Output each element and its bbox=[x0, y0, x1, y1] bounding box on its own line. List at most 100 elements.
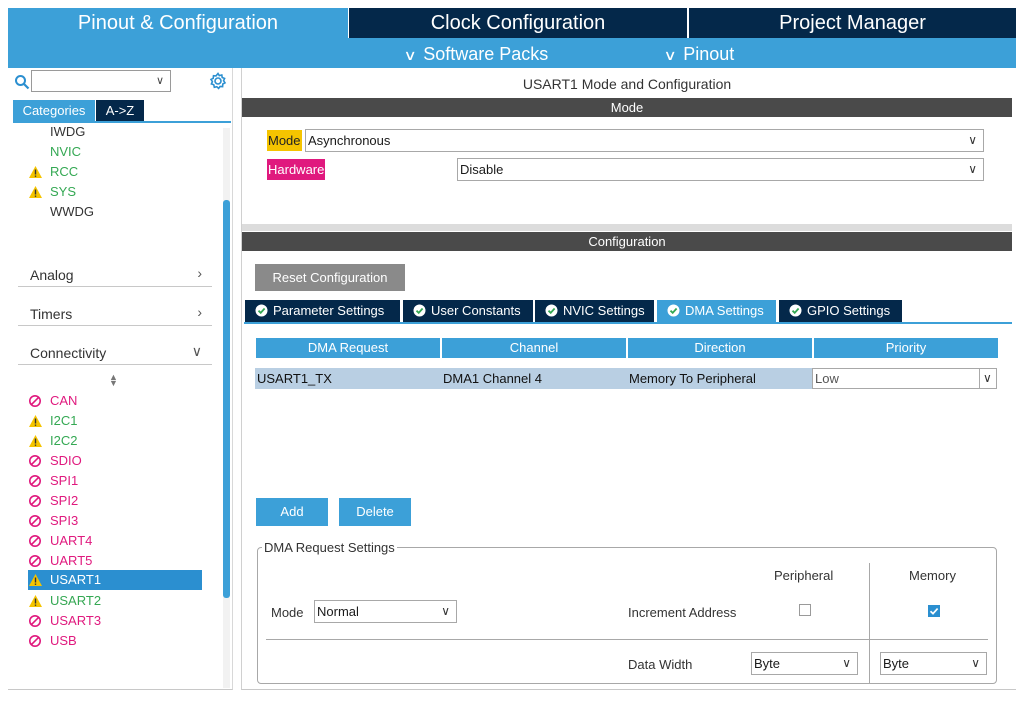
list-item-label: USB bbox=[50, 633, 77, 648]
tab-label: NVIC Settings bbox=[563, 303, 645, 318]
sort-icon[interactable]: ▲ ▼ bbox=[109, 373, 118, 388]
peripheral-header: Peripheral bbox=[774, 568, 834, 583]
memory-width-select[interactable]: Byte ∨ bbox=[880, 652, 987, 675]
divider bbox=[869, 563, 870, 683]
tab-parameter-settings[interactable]: Parameter Settings bbox=[245, 300, 400, 322]
list-item-label: UART5 bbox=[50, 553, 93, 568]
search-input[interactable]: ∨ bbox=[31, 70, 171, 92]
section-connectivity[interactable]: Connectivity ∨ bbox=[18, 339, 212, 365]
chevron-right-icon: › bbox=[197, 265, 202, 281]
delete-button[interactable]: Delete bbox=[339, 498, 411, 526]
disabled-icon bbox=[29, 495, 41, 507]
software-packs-label: Software Packs bbox=[423, 44, 549, 64]
tab-clock-configuration[interactable]: Clock Configuration bbox=[349, 8, 687, 38]
list-item-selected[interactable]: USART1 bbox=[28, 570, 202, 590]
section-label: Connectivity bbox=[30, 345, 107, 361]
column-header-priority[interactable]: Priority bbox=[814, 338, 998, 358]
hwflow-select-value: Disable bbox=[460, 162, 504, 177]
section-analog[interactable]: Analog › bbox=[18, 261, 212, 287]
chevron-down-icon: ∨ bbox=[971, 656, 980, 670]
software-packs-menu[interactable]: ∨ Software Packs bbox=[403, 38, 549, 68]
memory-increment-checkbox[interactable] bbox=[928, 605, 940, 617]
disabled-icon bbox=[29, 535, 41, 547]
warning-icon bbox=[29, 574, 42, 586]
reset-configuration-button[interactable]: Reset Configuration bbox=[255, 264, 405, 291]
chevron-down-icon: ∨ bbox=[663, 47, 677, 63]
tab-user-constants[interactable]: User Constants bbox=[403, 300, 533, 322]
tab-underline bbox=[244, 322, 1012, 324]
priority-select[interactable]: Low ∨ bbox=[812, 368, 997, 389]
disabled-icon bbox=[29, 515, 41, 527]
hwflow-select[interactable]: Disable ∨ bbox=[457, 158, 984, 181]
chevron-down-icon: ∨ bbox=[968, 133, 977, 147]
mode-select-value: Asynchronous bbox=[308, 133, 391, 148]
check-circle-icon bbox=[789, 304, 802, 317]
check-circle-icon bbox=[255, 304, 268, 317]
divider bbox=[266, 639, 988, 640]
disabled-icon bbox=[29, 555, 41, 567]
configuration-header: Configuration bbox=[242, 232, 1012, 251]
dma-mode-label: Mode bbox=[271, 605, 304, 620]
list-item-label: WWDG bbox=[50, 204, 95, 219]
pinout-menu[interactable]: ∨ Pinout bbox=[663, 38, 735, 68]
chevron-down-icon: ∨ bbox=[191, 343, 202, 359]
tab-label: Parameter Settings bbox=[273, 303, 385, 318]
table-row[interactable]: USART1_TX DMA1 Channel 4 Memory To Perip… bbox=[255, 368, 997, 389]
chevron-down-icon: ∨ bbox=[842, 656, 851, 670]
tab-nvic-settings[interactable]: NVIC Settings bbox=[535, 300, 654, 322]
table-cell-direction: Memory To Peripheral bbox=[629, 371, 756, 386]
tab-a-to-z[interactable]: A->Z bbox=[96, 100, 144, 122]
peripheral-width-value: Byte bbox=[754, 656, 781, 671]
list-item-label: RCC bbox=[50, 164, 79, 179]
list-item-label: SYS bbox=[50, 184, 77, 199]
warning-icon bbox=[29, 166, 42, 178]
peripheral-increment-checkbox[interactable] bbox=[799, 604, 811, 616]
warning-icon bbox=[29, 415, 42, 427]
chevron-down-icon: ∨ bbox=[979, 369, 996, 388]
add-button[interactable]: Add bbox=[256, 498, 328, 526]
data-width-label: Data Width bbox=[628, 657, 693, 672]
tab-categories[interactable]: Categories bbox=[13, 100, 95, 122]
mode-select[interactable]: Asynchronous ∨ bbox=[305, 129, 984, 152]
list-item-label: SPI1 bbox=[50, 473, 79, 488]
hwflow-label: Hardware Flow Control (RS232) bbox=[267, 159, 326, 240]
list-item-label: IWDG bbox=[50, 124, 86, 139]
column-header-direction[interactable]: Direction bbox=[628, 338, 812, 358]
search-icon[interactable] bbox=[14, 74, 30, 90]
tab-label: GPIO Settings bbox=[807, 303, 891, 318]
tab-label: User Constants bbox=[431, 303, 521, 318]
sidebar-scrollbar-thumb[interactable] bbox=[223, 200, 230, 598]
tab-project-manager[interactable]: Project Manager bbox=[689, 8, 1016, 38]
section-timers[interactable]: Timers › bbox=[18, 300, 212, 326]
left-sidebar: ∨ Categories A->Z IWDG NVIC RCC SYS WWDG… bbox=[8, 68, 233, 690]
dma-request-settings-legend: DMA Request Settings bbox=[262, 540, 397, 555]
check-circle-icon bbox=[413, 304, 426, 317]
gear-icon[interactable] bbox=[209, 72, 227, 90]
warning-icon bbox=[29, 595, 42, 607]
disabled-icon bbox=[29, 455, 41, 467]
dma-mode-select[interactable]: Normal ∨ bbox=[314, 600, 457, 623]
peripheral-width-select[interactable]: Byte ∨ bbox=[751, 652, 858, 675]
table-cell-request: USART1_TX bbox=[257, 371, 332, 386]
tab-pinout-configuration[interactable]: Pinout & Configuration bbox=[8, 8, 348, 38]
mode-header: Mode bbox=[242, 98, 1012, 117]
tab-gpio-settings[interactable]: GPIO Settings bbox=[779, 300, 902, 322]
section-label: Timers bbox=[30, 306, 73, 322]
tab-dma-settings[interactable]: DMA Settings bbox=[657, 300, 776, 322]
list-item-label: NVIC bbox=[50, 144, 82, 159]
mode-label: Mode bbox=[267, 130, 302, 151]
check-circle-icon bbox=[667, 304, 680, 317]
check-circle-icon bbox=[545, 304, 558, 317]
chevron-down-icon: ∨ bbox=[403, 47, 417, 63]
chevron-right-icon: › bbox=[197, 304, 202, 320]
list-item-label: I2C1 bbox=[50, 413, 78, 428]
section-label: Analog bbox=[30, 267, 74, 283]
list-item-label: CAN bbox=[50, 393, 78, 408]
list-item-label: USART1 bbox=[50, 572, 102, 587]
priority-select-value: Low bbox=[815, 371, 839, 386]
column-header-dma-request[interactable]: DMA Request bbox=[256, 338, 440, 358]
chevron-down-icon[interactable]: ∨ bbox=[156, 74, 164, 87]
pinout-menu-label: Pinout bbox=[683, 44, 735, 64]
column-header-channel[interactable]: Channel bbox=[442, 338, 626, 358]
main-panel: USART1 Mode and Configuration Mode Mode … bbox=[241, 68, 1016, 690]
